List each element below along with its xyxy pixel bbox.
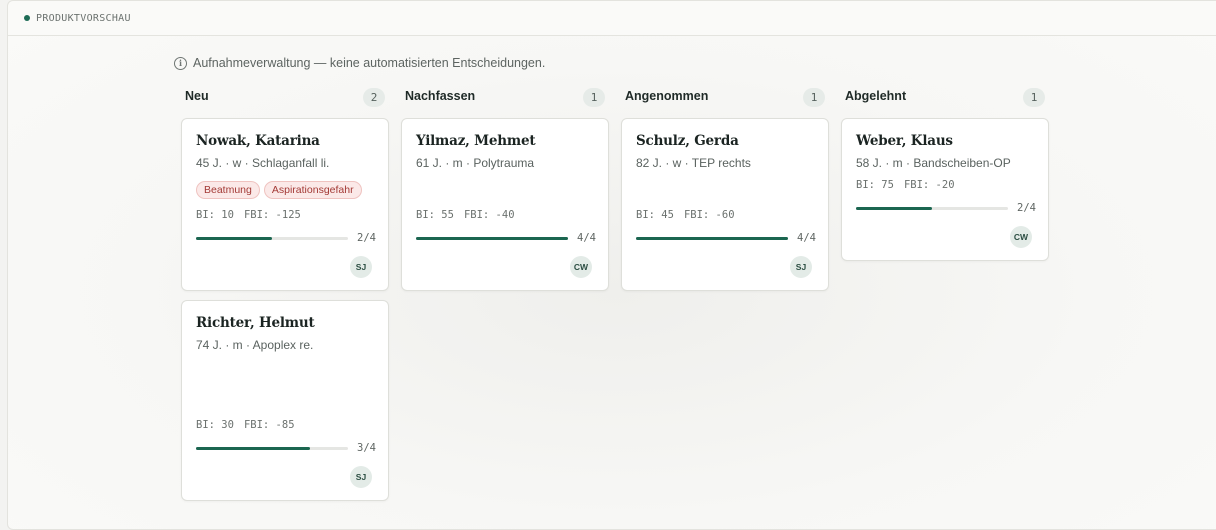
progress-bar [196, 447, 348, 450]
column-header: Angenommen 1 [621, 88, 829, 108]
avatar[interactable]: CW [570, 256, 592, 278]
column-abgelehnt: Abgelehnt 1 Weber, Klaus 58 J. · m · Ban… [841, 88, 1049, 261]
preview-header: PRODUKTVORSCHAU [8, 1, 1216, 36]
bi-score: BI: 55 [416, 209, 454, 221]
progress-text: 4/4 [797, 232, 816, 244]
progress-fill [856, 207, 932, 210]
fbi-score: FBI: -125 [243, 209, 301, 221]
risk-tag: Beatmung [196, 181, 260, 199]
column-header: Abgelehnt 1 [841, 88, 1049, 108]
progress-bar [196, 237, 348, 240]
info-icon: i [174, 56, 187, 70]
progress-bar [636, 237, 788, 240]
column-nachfassen: Nachfassen 1 Yilmaz, Mehmet 61 J. · m · … [401, 88, 609, 291]
preview-label: PRODUKTVORSCHAU [36, 13, 131, 24]
scores: BI: 55 FBI: -40 [416, 209, 515, 221]
patient-meta: 82 J. · w · TEP rechts [636, 156, 751, 170]
avatar[interactable]: SJ [350, 466, 372, 488]
progress-fill [196, 447, 310, 450]
fbi-score: FBI: -40 [463, 209, 515, 221]
patient-meta: 58 J. · m · Bandscheiben-OP [856, 156, 1011, 170]
column-title: Neu [185, 89, 209, 103]
patient-card[interactable]: Schulz, Gerda 82 J. · w · TEP rechts BI:… [621, 118, 829, 291]
patient-card[interactable]: Richter, Helmut 74 J. · m · Apoplex re. … [181, 300, 389, 501]
fbi-score: FBI: -85 [243, 419, 295, 431]
column-title: Nachfassen [405, 89, 476, 103]
progress-fill [196, 237, 272, 240]
progress-text: 4/4 [577, 232, 596, 244]
avatar[interactable]: SJ [790, 256, 812, 278]
column-header: Neu 2 [181, 88, 389, 108]
bi-score: BI: 45 [636, 209, 674, 221]
progress-text: 2/4 [357, 232, 376, 244]
progress-text: 3/4 [357, 442, 376, 454]
scores: BI: 10 FBI: -125 [196, 209, 301, 221]
progress-fill [416, 237, 568, 240]
patient-name: Schulz, Gerda [636, 133, 739, 149]
bi-score: BI: 75 [856, 179, 894, 191]
status-dot [24, 15, 30, 21]
avatar[interactable]: CW [1010, 226, 1032, 248]
column-title: Abgelehnt [845, 89, 907, 103]
column-count: 1 [1023, 88, 1045, 107]
patient-meta: 61 J. · m · Polytrauma [416, 156, 535, 170]
patient-card[interactable]: Yilmaz, Mehmet 61 J. · m · Polytrauma BI… [401, 118, 609, 291]
patient-meta: 45 J. · w · Schlaganfall li. [196, 156, 330, 170]
progress-bar [856, 207, 1008, 210]
column-neu: Neu 2 Nowak, Katarina 45 J. · w · Schlag… [181, 88, 389, 501]
column-header: Nachfassen 1 [401, 88, 609, 108]
column-angenommen: Angenommen 1 Schulz, Gerda 82 J. · w · T… [621, 88, 829, 291]
column-count: 2 [363, 88, 385, 107]
patient-name: Nowak, Katarina [196, 133, 320, 149]
fbi-score: FBI: -20 [903, 179, 955, 191]
bi-score: BI: 30 [196, 419, 234, 431]
scores: BI: 45 FBI: -60 [636, 209, 735, 221]
patient-name: Weber, Klaus [856, 133, 953, 149]
risk-tag: Aspirationsgefahr [263, 181, 362, 199]
bi-score: BI: 10 [196, 209, 234, 221]
progress-text: 2/4 [1017, 202, 1036, 214]
scores: BI: 75 FBI: -20 [856, 179, 955, 191]
fbi-score: FBI: -60 [683, 209, 735, 221]
patient-meta: 74 J. · m · Apoplex re. [196, 338, 314, 352]
column-title: Angenommen [625, 89, 709, 103]
notice: i Aufnahmeverwaltung — keine automatisie… [174, 56, 545, 70]
patient-card[interactable]: Weber, Klaus 58 J. · m · Bandscheiben-OP… [841, 118, 1049, 261]
progress-fill [636, 237, 788, 240]
column-count: 1 [803, 88, 825, 107]
notice-text: Aufnahmeverwaltung — keine automatisiert… [193, 56, 546, 70]
column-count: 1 [583, 88, 605, 107]
scores: BI: 30 FBI: -85 [196, 419, 295, 431]
patient-card[interactable]: Nowak, Katarina 45 J. · w · Schlaganfall… [181, 118, 389, 291]
patient-name: Richter, Helmut [196, 315, 315, 331]
avatar[interactable]: SJ [350, 256, 372, 278]
progress-bar [416, 237, 568, 240]
patient-name: Yilmaz, Mehmet [416, 133, 536, 149]
risk-tags: Beatmung Aspirationsgefahr [196, 181, 362, 199]
